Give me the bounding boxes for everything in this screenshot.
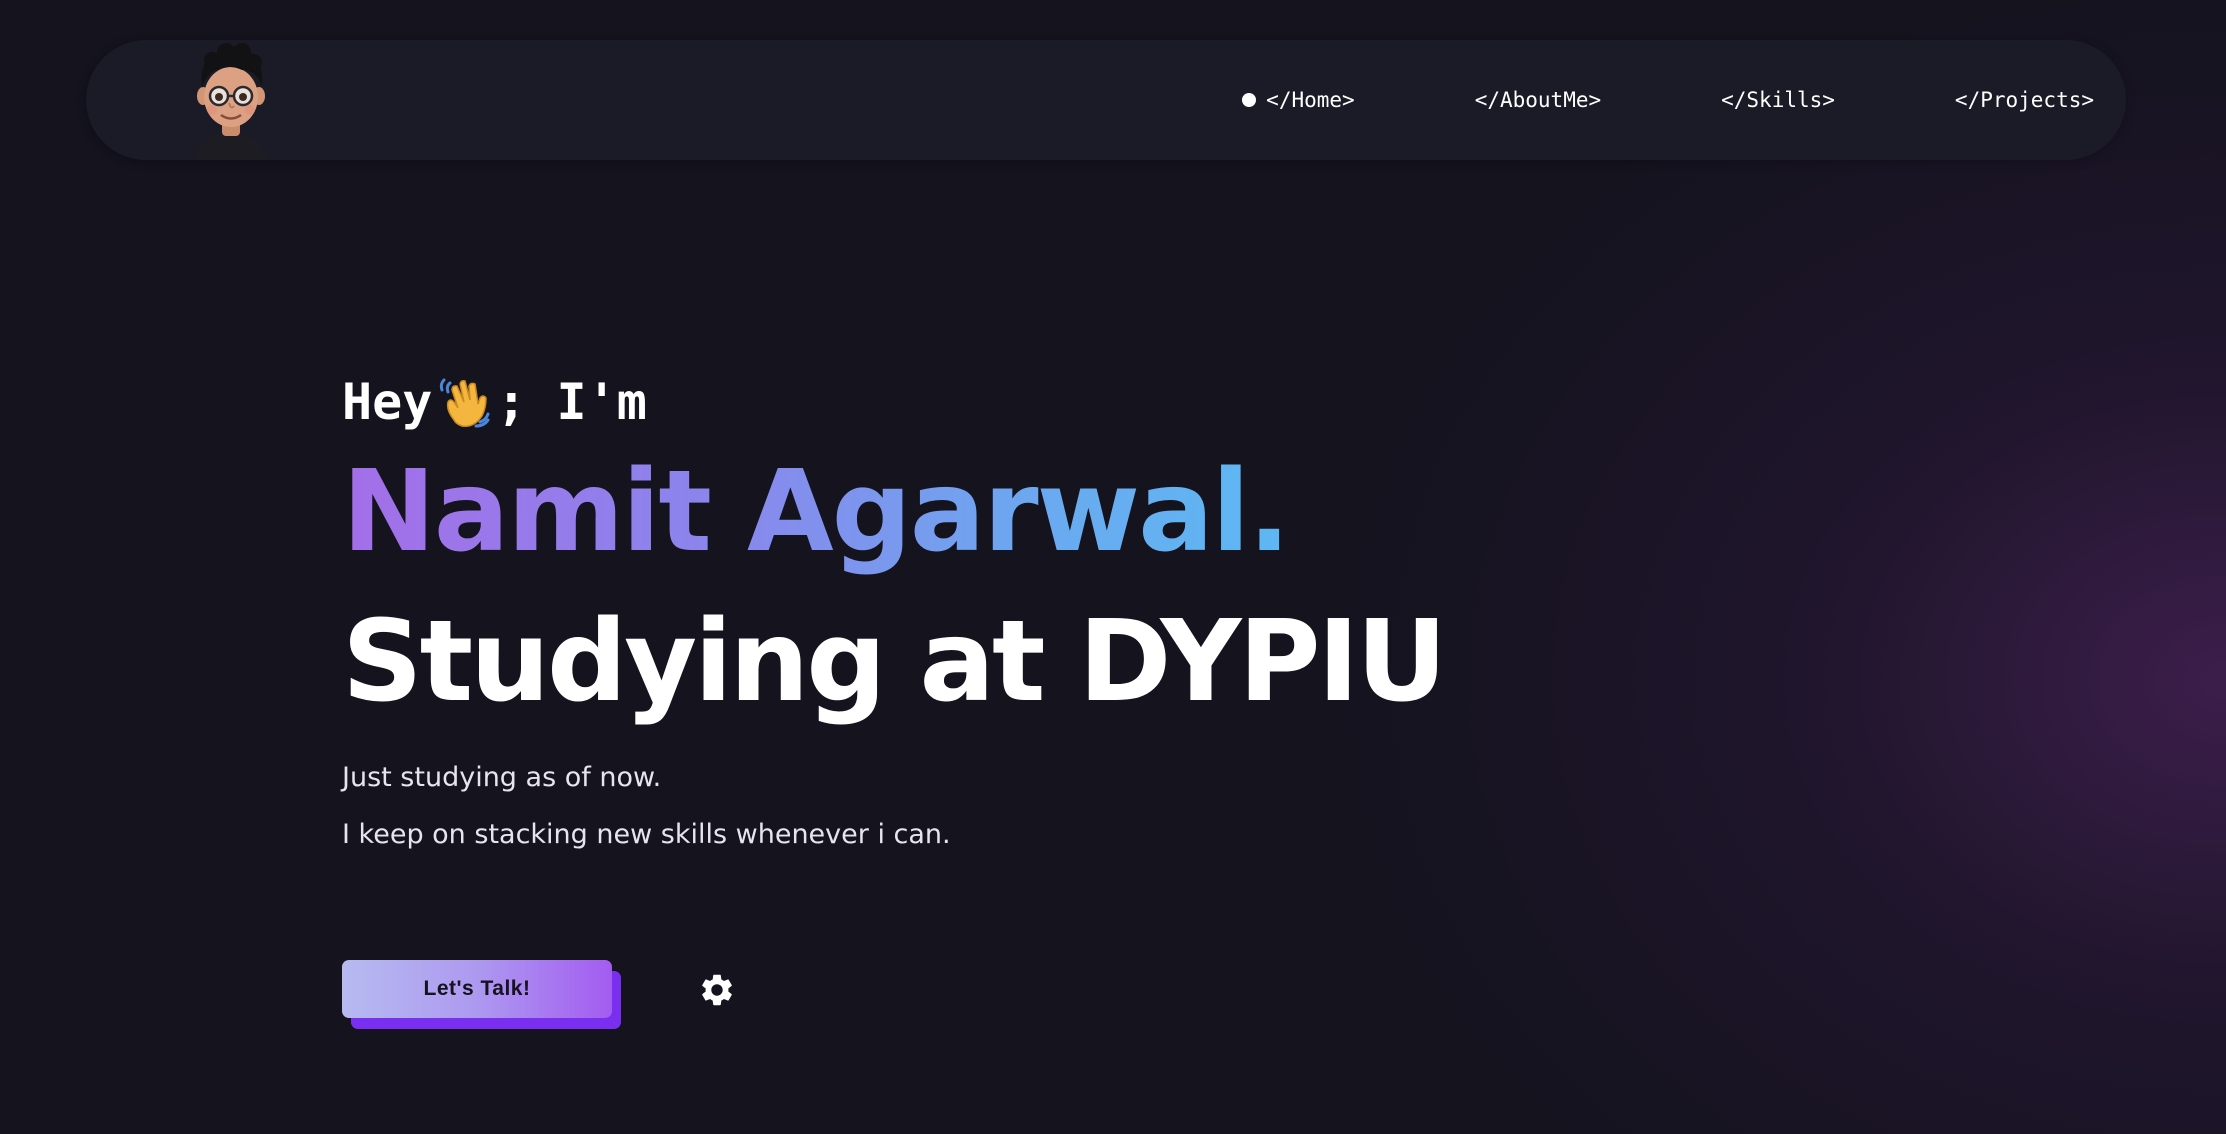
waving-hand-icon — [436, 374, 492, 430]
greeting-prefix: Hey — [342, 373, 433, 431]
hero-headline: Studying at DYPIU — [342, 597, 1447, 727]
hero-description-line: Just studying as of now. — [342, 762, 662, 793]
nav-link-projects[interactable]: </Projects> — [1955, 88, 2094, 112]
nav-link-home[interactable]: </Home> — [1242, 88, 1355, 112]
nav-link-label: </Projects> — [1954, 88, 2094, 112]
lets-talk-button[interactable]: Let's Talk! — [342, 960, 612, 1018]
nav-link-skills[interactable]: </Skills> — [1721, 88, 1835, 112]
hero-description-line: I keep on stacking new skills whenever i… — [342, 819, 951, 850]
nav-link-aboutme[interactable]: </AboutMe> — [1475, 88, 1601, 112]
nav-link-label: </Home> — [1266, 88, 1355, 112]
gear-icon[interactable] — [697, 970, 737, 1010]
hero-name: Namit Agarwal. — [342, 442, 1291, 582]
nav-link-label: </AboutMe> — [1474, 88, 1602, 112]
hero-actions: Let's Talk! — [342, 960, 742, 1032]
nav-links: </Home> </AboutMe> </Skills> </Projects> — [1242, 40, 2094, 160]
navbar: </Home> </AboutMe> </Skills> </Projects> — [86, 40, 2126, 160]
nav-link-label: </Skills> — [1721, 88, 1835, 112]
greeting: Hey ; I'm — [342, 370, 1842, 434]
cartoon-avatar-icon[interactable] — [176, 40, 286, 160]
active-indicator-dot — [1242, 93, 1257, 107]
hero-section: Hey ; I'm Namit Agarwal. Studying at DYP… — [342, 370, 1842, 850]
greeting-suffix: ; I'm — [496, 373, 647, 431]
